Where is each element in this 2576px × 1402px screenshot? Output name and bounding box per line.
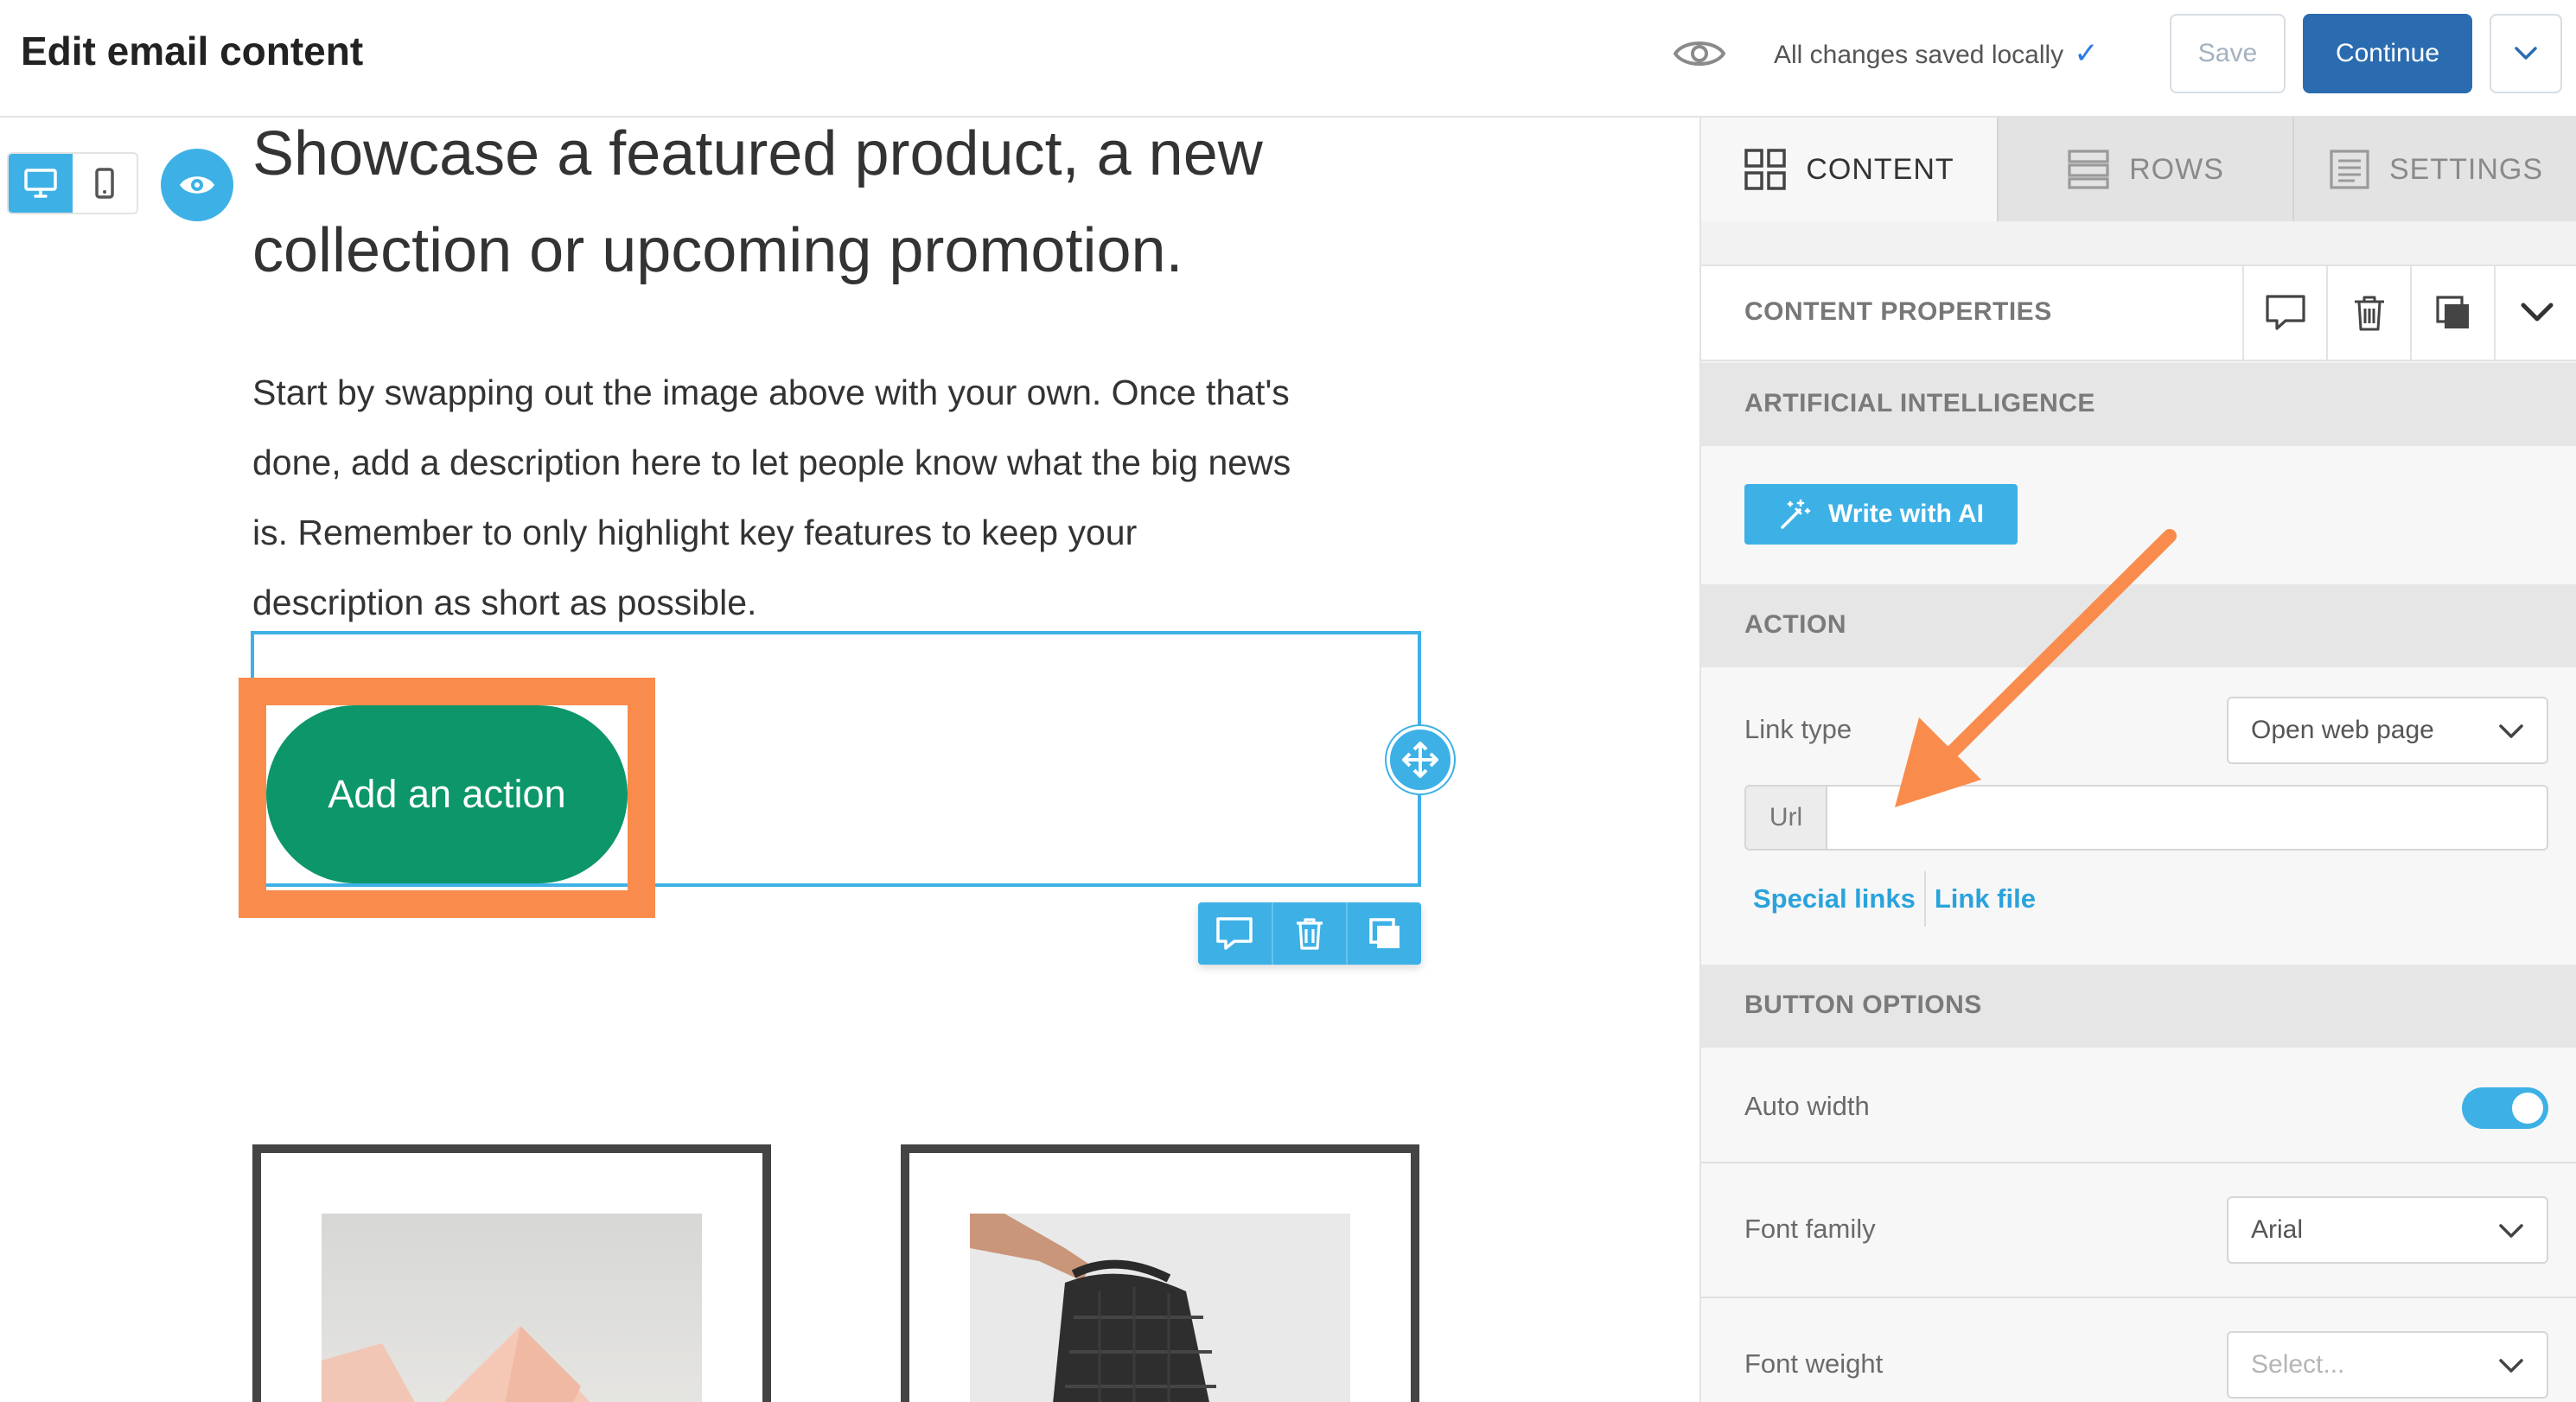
- preview-eye-icon[interactable]: [1672, 35, 1727, 73]
- ai-section-header: ARTIFICIAL INTELLIGENCE: [1701, 363, 2576, 446]
- tab-label: SETTINGS: [2388, 152, 2544, 186]
- url-field: Url: [1744, 785, 2548, 851]
- comment-button[interactable]: [1198, 902, 1273, 965]
- page-title: Edit email content: [21, 29, 364, 73]
- link-type-select[interactable]: Open web page: [2227, 697, 2548, 764]
- font-family-select[interactable]: Arial: [2227, 1196, 2548, 1264]
- toggle-knob: [2512, 1093, 2543, 1124]
- link-separator: [1923, 871, 1926, 927]
- font-weight-select[interactable]: Select...: [2227, 1331, 2548, 1399]
- chevron-down-icon: [2521, 303, 2553, 322]
- link-file-link[interactable]: Link file: [1935, 883, 2036, 914]
- product-image: [322, 1214, 702, 1402]
- link-type-value: Open web page: [2251, 716, 2434, 744]
- button-options-header: BUTTON OPTIONS: [1701, 965, 2576, 1048]
- write-with-ai-button[interactable]: Write with AI: [1744, 484, 2018, 545]
- body-line: Start by swapping out the image above wi…: [252, 373, 1290, 412]
- content-properties-actions: [2242, 266, 2576, 360]
- duplicate-button[interactable]: [1348, 902, 1421, 965]
- preview-toggle-button[interactable]: [161, 149, 233, 221]
- desktop-view-button[interactable]: [9, 154, 73, 213]
- font-weight-placeholder: Select...: [2251, 1350, 2345, 1379]
- duplicate-button[interactable]: [2410, 266, 2494, 360]
- panel-tabs: CONTENT ROWS SETTINGS: [1701, 118, 2576, 221]
- section-title: BUTTON OPTIONS: [1744, 991, 1982, 1019]
- desktop-icon: [24, 169, 57, 198]
- block-toolbar: [1198, 902, 1421, 965]
- product-card[interactable]: [252, 1144, 771, 1402]
- divider: [1701, 1297, 2576, 1298]
- more-options-button[interactable]: [2490, 14, 2562, 93]
- duplicate-icon: [2435, 296, 2469, 328]
- continue-button[interactable]: Continue: [2303, 14, 2472, 93]
- body-line: is. Remember to only highlight key featu…: [252, 513, 1138, 552]
- grid-icon: [1744, 149, 1787, 190]
- trash-icon: [1297, 918, 1323, 950]
- headline-line: Showcase a featured product, a new: [252, 119, 1263, 188]
- font-family-label: Font family: [1744, 1214, 1876, 1244]
- url-prefix: Url: [1744, 785, 1827, 851]
- device-toggle: [7, 152, 138, 214]
- font-weight-label: Font weight: [1744, 1348, 1884, 1379]
- top-bar: Edit email content All changes saved loc…: [0, 0, 2576, 118]
- comment-icon: [2265, 295, 2305, 330]
- divider: [1701, 1162, 2576, 1163]
- email-body-text[interactable]: Start by swapping out the image above wi…: [252, 358, 1428, 638]
- font-family-value: Arial: [2251, 1215, 2304, 1244]
- section-title: ACTION: [1744, 610, 1846, 639]
- collapse-button[interactable]: [2494, 266, 2576, 360]
- action-section-header: ACTION: [1701, 584, 2576, 667]
- product-image: [970, 1214, 1350, 1402]
- move-arrows-icon: [1402, 742, 1438, 778]
- tab-label: ROWS: [2129, 152, 2224, 186]
- auto-width-toggle[interactable]: [2462, 1087, 2548, 1129]
- url-input[interactable]: [1827, 785, 2548, 851]
- check-icon: ✓: [2074, 37, 2099, 70]
- tab-label: CONTENT: [1806, 152, 1954, 186]
- properties-panel: CONTENT ROWS SETTINGS CONTENT PROPERTIES: [1699, 118, 2576, 1402]
- duplicate-icon: [1368, 918, 1400, 948]
- content-properties-title: CONTENT PROPERTIES: [1744, 297, 2052, 326]
- email-action-button[interactable]: Add an action: [266, 705, 628, 883]
- mobile-icon: [95, 168, 114, 199]
- link-type-label: Link type: [1744, 714, 1852, 744]
- rows-icon: [2068, 150, 2109, 189]
- mobile-view-button[interactable]: [73, 154, 137, 213]
- headline-line: collection or upcoming promotion.: [252, 216, 1183, 285]
- comment-icon: [1216, 917, 1253, 950]
- link-options: Special links Link file: [1753, 871, 2036, 927]
- chevron-down-icon: [2499, 1359, 2523, 1373]
- body-line: description as short as possible.: [252, 583, 757, 622]
- move-handle[interactable]: [1387, 726, 1454, 793]
- comment-button[interactable]: [2242, 266, 2326, 360]
- chevron-down-icon: [2515, 47, 2537, 60]
- content-properties-header: CONTENT PROPERTIES: [1701, 264, 2576, 361]
- save-status-text: All changes saved locally: [1774, 41, 2064, 69]
- save-status: All changes saved locally ✓: [1774, 36, 2099, 71]
- section-title: ARTIFICIAL INTELLIGENCE: [1744, 389, 2095, 417]
- delete-button[interactable]: [2326, 266, 2410, 360]
- special-links-link[interactable]: Special links: [1753, 883, 1916, 914]
- save-button[interactable]: Save: [2170, 14, 2286, 93]
- tab-rows[interactable]: ROWS: [1997, 118, 2292, 221]
- email-canvas: Showcase a featured product, a new colle…: [0, 118, 1699, 1402]
- eye-icon: [180, 176, 214, 194]
- settings-list-icon: [2330, 150, 2369, 189]
- tab-settings[interactable]: SETTINGS: [2292, 118, 2576, 221]
- chevron-down-icon: [2499, 1224, 2523, 1238]
- auto-width-label: Auto width: [1744, 1091, 1870, 1121]
- tab-content[interactable]: CONTENT: [1701, 118, 1997, 221]
- ai-button-label: Write with AI: [1828, 500, 1984, 528]
- delete-button[interactable]: [1273, 902, 1349, 965]
- trash-icon: [2354, 296, 2384, 331]
- chevron-down-icon: [2499, 724, 2523, 738]
- body-line: done, add a description here to let peop…: [252, 443, 1291, 482]
- email-headline[interactable]: Showcase a featured product, a new colle…: [252, 118, 1376, 299]
- product-card[interactable]: [901, 1144, 1419, 1402]
- magic-wand-icon: [1781, 499, 1811, 529]
